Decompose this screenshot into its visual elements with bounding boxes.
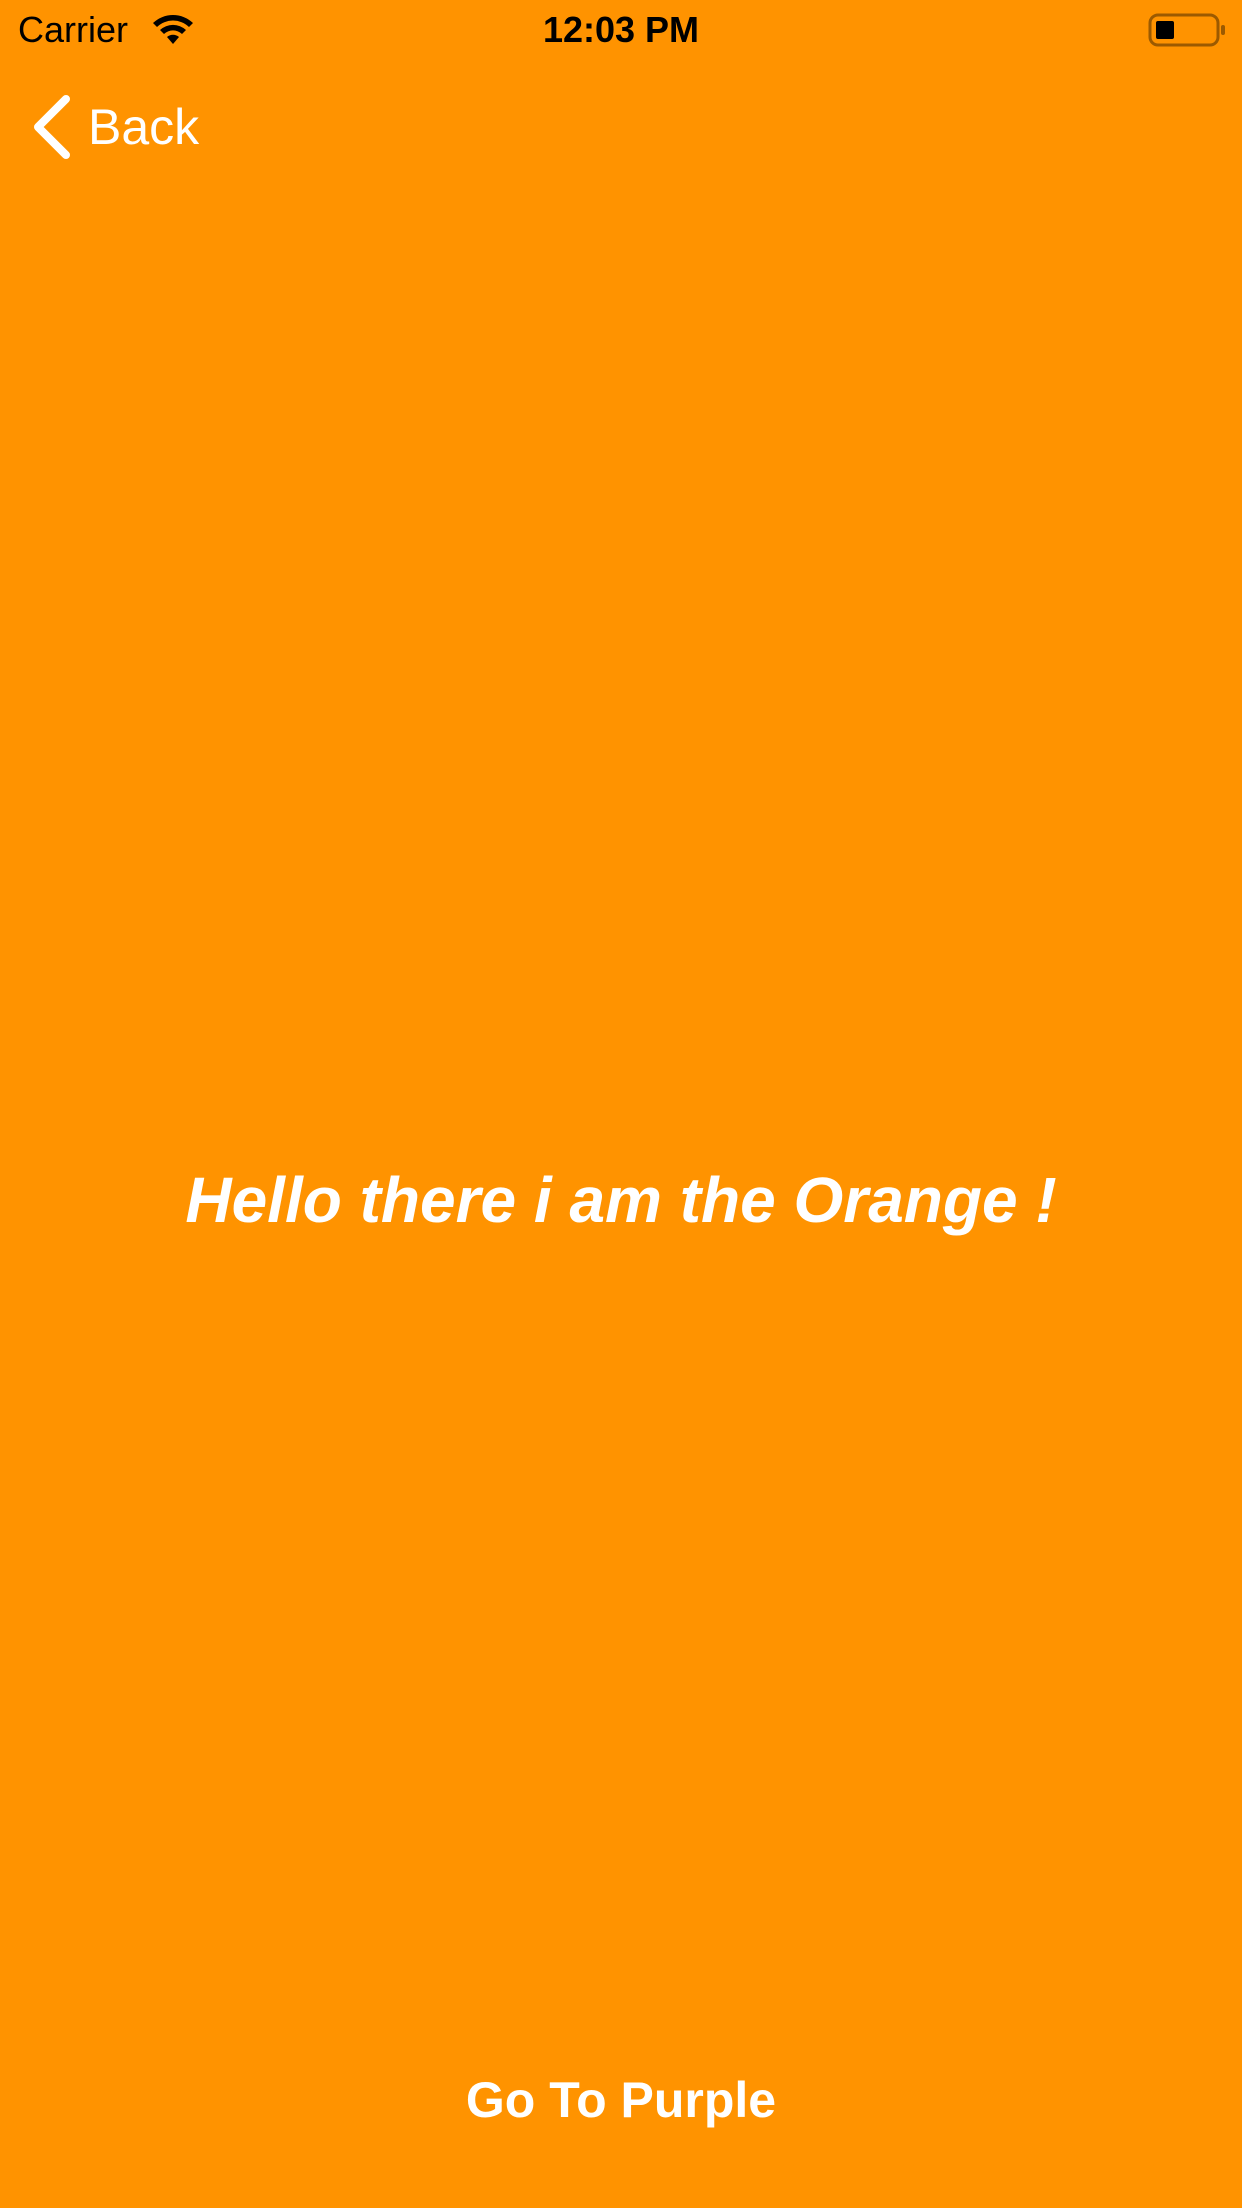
back-button-label: Back — [88, 99, 200, 155]
navigation-bar: Back — [0, 62, 1242, 192]
back-button[interactable]: Back — [30, 92, 199, 162]
status-bar: Carrier 12:03 PM — [0, 0, 1242, 62]
chevron-left-icon — [34, 95, 70, 159]
battery-icon — [1148, 13, 1225, 47]
status-time: 12:03 PM — [542, 9, 700, 50]
greeting-text: Hello there i am the Orange ! — [185, 1164, 1057, 1236]
go-to-purple-button[interactable]: Go To Purple — [321, 2060, 921, 2140]
